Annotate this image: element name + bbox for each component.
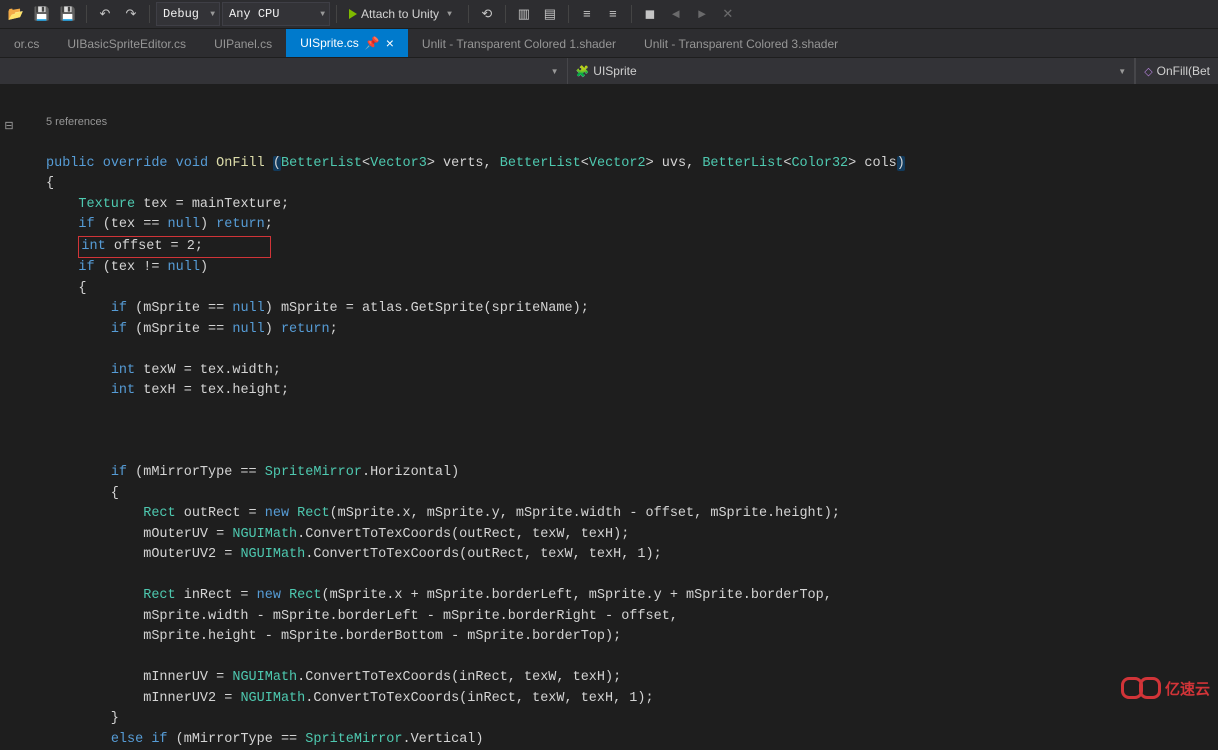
platform-dropdown[interactable]: Any CPU▼ bbox=[222, 2, 330, 26]
tab-file-4[interactable]: Unlit - Transparent Colored 1.shader bbox=[408, 31, 630, 57]
gutter: ⊟ bbox=[0, 85, 18, 708]
tool-icon-3[interactable]: ▤ bbox=[538, 3, 562, 25]
tab-file-1[interactable]: UIBasicSpriteEditor.cs bbox=[53, 31, 200, 57]
highlighted-line: int offset = 2; bbox=[78, 236, 270, 259]
config-dropdown[interactable]: Debug▼ bbox=[156, 2, 220, 26]
navigation-bar: ▼ 🧩 UISprite ▼ ◇ OnFill(Bet bbox=[0, 57, 1218, 85]
nav-method-dropdown[interactable]: ◇ OnFill(Bet bbox=[1135, 58, 1218, 84]
code-editor[interactable]: ⊟ 5 references public override void OnFi… bbox=[0, 85, 1218, 708]
redo-icon[interactable]: ↷ bbox=[119, 3, 143, 25]
debug-start-button[interactable]: Attach to Unity ▼ bbox=[343, 3, 462, 25]
method-icon: ◇ bbox=[1144, 65, 1152, 78]
code-content[interactable]: 5 references public override void OnFill… bbox=[18, 85, 1218, 708]
close-icon[interactable]: × bbox=[386, 35, 394, 51]
bookmark-next-icon: ► bbox=[690, 3, 714, 25]
nav-class-dropdown[interactable]: 🧩 UISprite ▼ bbox=[568, 58, 1136, 84]
save-all-icon[interactable]: 💾 bbox=[56, 3, 80, 25]
tool-icon-2[interactable]: ▥ bbox=[512, 3, 536, 25]
pin-icon[interactable]: 📌 bbox=[365, 36, 380, 50]
bookmark-icon[interactable]: ◼ bbox=[638, 3, 662, 25]
bookmark-prev-icon: ◄ bbox=[664, 3, 688, 25]
undo-icon[interactable]: ↶ bbox=[93, 3, 117, 25]
tab-file-5[interactable]: Unlit - Transparent Colored 3.shader bbox=[630, 31, 852, 57]
watermark: 亿速云 bbox=[1121, 677, 1210, 699]
save-icon[interactable]: 💾 bbox=[30, 3, 54, 25]
play-icon bbox=[349, 9, 357, 19]
open-file-icon[interactable]: 📂 bbox=[4, 3, 28, 25]
outdent-icon[interactable]: ≡ bbox=[601, 3, 625, 25]
tab-file-2[interactable]: UIPanel.cs bbox=[200, 31, 286, 57]
watermark-logo-icon bbox=[1139, 677, 1161, 699]
bookmark-clear-icon: ✕ bbox=[716, 3, 740, 25]
tool-icon-1[interactable]: ⟲ bbox=[475, 3, 499, 25]
tab-file-3[interactable]: UISprite.cs📌× bbox=[286, 29, 408, 57]
class-icon: 🧩 bbox=[576, 65, 590, 78]
tab-file-0[interactable]: or.cs bbox=[0, 31, 53, 57]
collapse-icon[interactable]: ⊟ bbox=[0, 119, 18, 133]
indent-icon[interactable]: ≡ bbox=[575, 3, 599, 25]
nav-empty-left[interactable]: ▼ bbox=[0, 58, 568, 84]
codelens-references[interactable]: 5 references bbox=[46, 112, 1218, 133]
main-toolbar: 📂 💾 💾 ↶ ↷ Debug▼ Any CPU▼ Attach to Unit… bbox=[0, 0, 1218, 29]
document-tabs: or.cs UIBasicSpriteEditor.cs UIPanel.cs … bbox=[0, 29, 1218, 57]
